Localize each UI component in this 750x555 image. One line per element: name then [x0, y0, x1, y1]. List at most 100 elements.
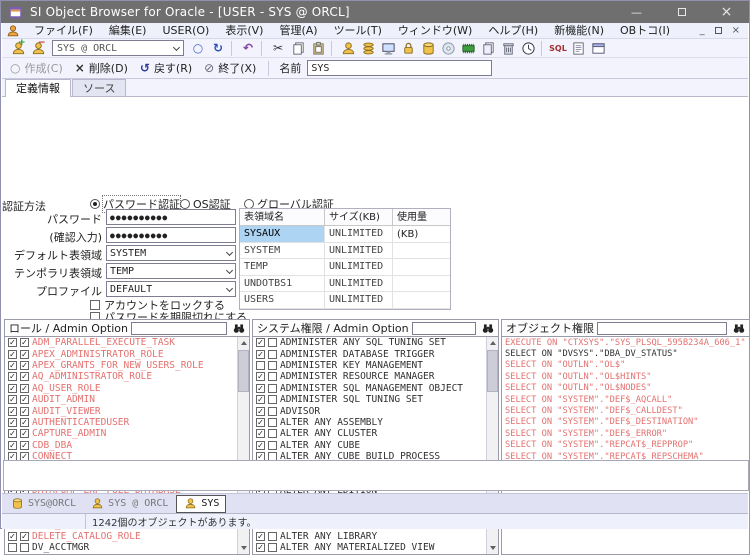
granted-checkbox[interactable]: ✓ — [256, 543, 265, 552]
admin-option-checkbox[interactable] — [268, 361, 277, 370]
list-item[interactable]: ✓✓CDB_DBA — [5, 440, 249, 451]
admin-option-checkbox[interactable]: ✓ — [20, 361, 29, 370]
sql-icon[interactable]: SQL — [548, 40, 568, 57]
admin-option-checkbox[interactable] — [268, 338, 277, 347]
admin-option-checkbox[interactable]: ✓ — [20, 372, 29, 381]
table-row[interactable]: SYSTEMUNLIMITED — [240, 243, 450, 260]
list-item[interactable]: ✓✓CAPTURE_ADMIN — [5, 428, 249, 439]
admin-option-checkbox[interactable]: ✓ — [20, 418, 29, 427]
memory-icon[interactable] — [458, 40, 478, 57]
list-item[interactable]: ✓ADVISOR — [253, 405, 498, 416]
list-item[interactable]: ✓✓AUDIT_ADMIN — [5, 394, 249, 405]
granted-checkbox[interactable]: ✓ — [8, 429, 17, 438]
list-item[interactable]: ✓✓APEX_ADMINISTRATOR_ROLE — [5, 348, 249, 359]
granted-checkbox[interactable]: ✓ — [256, 407, 265, 416]
granted-checkbox[interactable]: ✓ — [256, 441, 265, 450]
trash-icon[interactable] — [498, 40, 518, 57]
cut-icon[interactable]: ✂ — [268, 40, 288, 57]
script-icon[interactable] — [568, 40, 588, 57]
granted-checkbox[interactable]: ✓ — [256, 395, 265, 404]
scroll-down-button[interactable] — [487, 542, 498, 554]
admin-option-checkbox[interactable]: ✓ — [20, 532, 29, 541]
password-field[interactable]: ●●●●●●●●●● — [106, 227, 236, 243]
list-item[interactable]: ✓ADMINISTER SQL TUNING SET — [253, 394, 498, 405]
granted-checkbox[interactable]: ✓ — [8, 418, 17, 427]
admin-option-checkbox[interactable]: ✓ — [20, 407, 29, 416]
tables-icon[interactable] — [358, 40, 378, 57]
table-row[interactable]: SYSAUXUNLIMITED — [240, 226, 450, 243]
clock-icon[interactable] — [518, 40, 538, 57]
granted-checkbox[interactable]: ✓ — [8, 338, 17, 347]
mdi-restore-button[interactable] — [715, 27, 722, 34]
list-item[interactable]: DV_ACCTMGR — [5, 542, 249, 553]
delete-button[interactable]: ×削除(D) — [75, 60, 128, 76]
roles-filter-input[interactable] — [131, 322, 227, 335]
menu-item[interactable]: USER(O) — [154, 23, 217, 39]
search-binoculars-icon[interactable] — [230, 321, 247, 336]
admin-option-checkbox[interactable] — [268, 429, 277, 438]
menu-item[interactable]: 新機能(N) — [546, 23, 612, 39]
lock-icon[interactable] — [398, 40, 418, 57]
granted-checkbox[interactable]: ✓ — [8, 532, 17, 541]
admin-option-checkbox[interactable] — [20, 543, 29, 552]
column-icon[interactable] — [418, 40, 438, 57]
menu-item[interactable]: ヘルプ(H) — [480, 23, 546, 39]
close-button[interactable]: ⊘終了(X) — [204, 60, 256, 76]
menu-item[interactable]: 管理(A) — [271, 23, 325, 39]
window-tab[interactable]: SYS @ ORCL — [84, 495, 174, 513]
column-header[interactable]: サイズ(KB) — [325, 209, 393, 226]
list-item[interactable]: ✓ALTER ANY CLUSTER — [253, 428, 498, 439]
search-binoculars-icon[interactable] — [479, 321, 496, 336]
list-item[interactable]: SELECT ON "SYSTEM"."REPCAT$_REPPROP" — [502, 440, 749, 451]
scroll-down-button[interactable] — [238, 542, 249, 554]
admin-option-checkbox[interactable]: ✓ — [20, 441, 29, 450]
copy-icon[interactable] — [288, 40, 308, 57]
tablespace-select[interactable]: SYSTEM — [106, 245, 236, 261]
list-item[interactable]: ✓✓DELETE_CATALOG_ROLE — [5, 531, 249, 542]
granted-checkbox[interactable]: ✓ — [256, 372, 265, 381]
paste-icon[interactable] — [308, 40, 328, 57]
menu-item[interactable]: 表示(V) — [217, 23, 271, 39]
granted-checkbox[interactable]: ✓ — [256, 532, 265, 541]
admin-option-checkbox[interactable] — [268, 350, 277, 359]
granted-checkbox[interactable] — [8, 543, 17, 552]
granted-checkbox[interactable]: ✓ — [8, 361, 17, 370]
list-item[interactable]: ✓✓AQ_ADMINISTRATOR_ROLE — [5, 371, 249, 382]
list-item[interactable]: ✓ALTER ANY CUBE — [253, 440, 498, 451]
admin-option-checkbox[interactable] — [268, 407, 277, 416]
user-remove-icon[interactable]: − — [28, 40, 48, 57]
pages-icon[interactable] — [478, 40, 498, 57]
admin-option-checkbox[interactable]: ✓ — [20, 395, 29, 404]
table-row[interactable]: UNDOTBS1UNLIMITED — [240, 276, 450, 293]
granted-checkbox[interactable]: ✓ — [8, 441, 17, 450]
admin-option-checkbox[interactable] — [268, 543, 277, 552]
granted-checkbox[interactable]: ✓ — [256, 384, 265, 393]
object-privs-filter-input[interactable] — [597, 322, 727, 335]
minimize-button[interactable]: — — [614, 1, 659, 23]
user-add-icon[interactable]: + — [8, 40, 28, 57]
granted-checkbox[interactable]: ✓ — [8, 372, 17, 381]
admin-option-checkbox[interactable]: ✓ — [20, 338, 29, 347]
list-item[interactable]: SELECT ON "OUTLN"."OL$" — [502, 360, 749, 371]
maximize-button[interactable] — [659, 1, 704, 23]
granted-checkbox[interactable]: ✓ — [8, 407, 17, 416]
list-item[interactable]: ✓ALTER ANY ASSEMBLY — [253, 417, 498, 428]
list-item[interactable]: ✓ALTER ANY LIBRARY — [253, 531, 498, 542]
list-item[interactable]: SELECT ON "OUTLN"."OL$HINTS" — [502, 371, 749, 382]
granted-checkbox[interactable]: ✓ — [256, 429, 265, 438]
admin-option-checkbox[interactable]: ✓ — [20, 429, 29, 438]
connection-select[interactable]: SYS @ ORCL — [52, 40, 184, 56]
column-header[interactable]: 使用量(KB) — [393, 209, 450, 226]
list-item[interactable]: ✓✓AQ_USER_ROLE — [5, 383, 249, 394]
list-item[interactable]: ✓✓AUTHENTICATEDUSER — [5, 417, 249, 428]
granted-checkbox[interactable]: ✓ — [256, 338, 265, 347]
list-item[interactable]: SELECT ON "SYSTEM"."DEF$_DESTINATION" — [502, 417, 749, 428]
scroll-thumb[interactable] — [487, 350, 498, 392]
admin-option-checkbox[interactable] — [268, 372, 277, 381]
list-item[interactable]: ✓✓AUDIT_VIEWER — [5, 405, 249, 416]
window-icon[interactable] — [588, 40, 608, 57]
cd-icon[interactable] — [438, 40, 458, 57]
admin-option-checkbox[interactable]: ✓ — [20, 350, 29, 359]
granted-checkbox[interactable]: ✓ — [8, 350, 17, 359]
admin-option-checkbox[interactable] — [268, 384, 277, 393]
